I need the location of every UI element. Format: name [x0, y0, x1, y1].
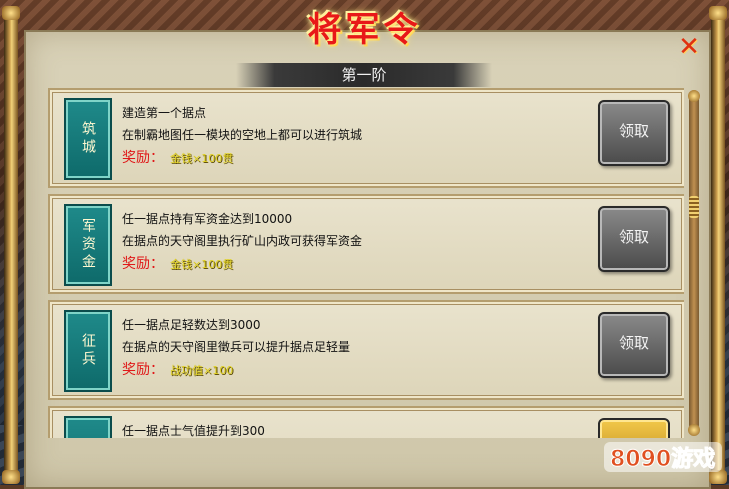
quest-objective: 任一据点士气值提升到300 [122, 424, 265, 438]
scroll-up-knob[interactable] [688, 90, 700, 102]
quest-objective: 建造第一个据点 [122, 106, 207, 120]
tier-banner: 第一阶 [236, 63, 492, 87]
dialog-title: 将军令 [307, 10, 422, 50]
quest-hint: 在据点的天守阁里徵兵可以提升据点足轻量 [122, 340, 351, 354]
quest-hint: 在制霸地图任一模块的空地上都可以进行筑城 [122, 128, 363, 142]
quest-reward: 奖励： 金钱×100贯 [122, 253, 233, 273]
scrollbar-thumb[interactable] [689, 196, 699, 218]
quest-reward: 奖励： 金钱×100贯 [122, 147, 233, 167]
scroll-down-knob[interactable] [688, 424, 700, 436]
claim-button[interactable]: 领取 [598, 312, 670, 378]
claim-button[interactable] [598, 418, 670, 438]
scrollbar-track[interactable] [689, 90, 699, 430]
quest-emblem: 筑城 [64, 98, 112, 180]
quest-emblem: 军资金 [64, 204, 112, 286]
reward-value: 金钱×100贯 [170, 258, 234, 271]
reward-value: 战功值×100 [170, 364, 234, 377]
watermark-text: 8090游戏 [610, 446, 715, 472]
reward-value: 金钱×100贯 [170, 152, 234, 165]
reward-label: 奖励： [122, 150, 164, 166]
quest-list[interactable]: 筑城 建造第一个据点 在制霸地图任一模块的空地上都可以进行筑城 奖励： 金钱×10… [48, 88, 684, 438]
scroll-rod-right [709, 6, 727, 484]
scroll-rod-left [2, 6, 20, 484]
quest-hint: 在据点的天守阁里执行矿山内政可获得军资金 [122, 234, 363, 248]
quest-objective: 任一据点持有军资金达到10000 [122, 212, 293, 226]
quest-card: 任一据点士气值提升到300 [48, 406, 684, 438]
emblem-label: 征兵 [80, 333, 96, 369]
reward-label: 奖励： [122, 256, 164, 272]
rod-cap [2, 470, 20, 484]
claim-button[interactable]: 领取 [598, 100, 670, 166]
watermark-logo: 8090游戏 [604, 442, 722, 473]
quest-emblem [64, 416, 112, 438]
quest-emblem: 征兵 [64, 310, 112, 392]
emblem-label: 军资金 [80, 218, 96, 272]
quest-card: 筑城 建造第一个据点 在制霸地图任一模块的空地上都可以进行筑城 奖励： 金钱×10… [48, 88, 684, 188]
quest-reward: 奖励： 战功值×100 [122, 359, 233, 379]
reward-label: 奖励： [122, 362, 164, 378]
quest-card: 军资金 任一据点持有军资金达到10000 在据点的天守阁里执行矿山内政可获得军资… [48, 194, 684, 294]
quest-card: 征兵 任一据点足轻数达到3000 在据点的天守阁里徵兵可以提升据点足轻量 奖励：… [48, 300, 684, 400]
claim-button[interactable]: 领取 [598, 206, 670, 272]
quest-objective: 任一据点足轻数达到3000 [122, 318, 261, 332]
emblem-label: 筑城 [80, 121, 96, 157]
close-button[interactable]: ✕ [676, 34, 702, 60]
